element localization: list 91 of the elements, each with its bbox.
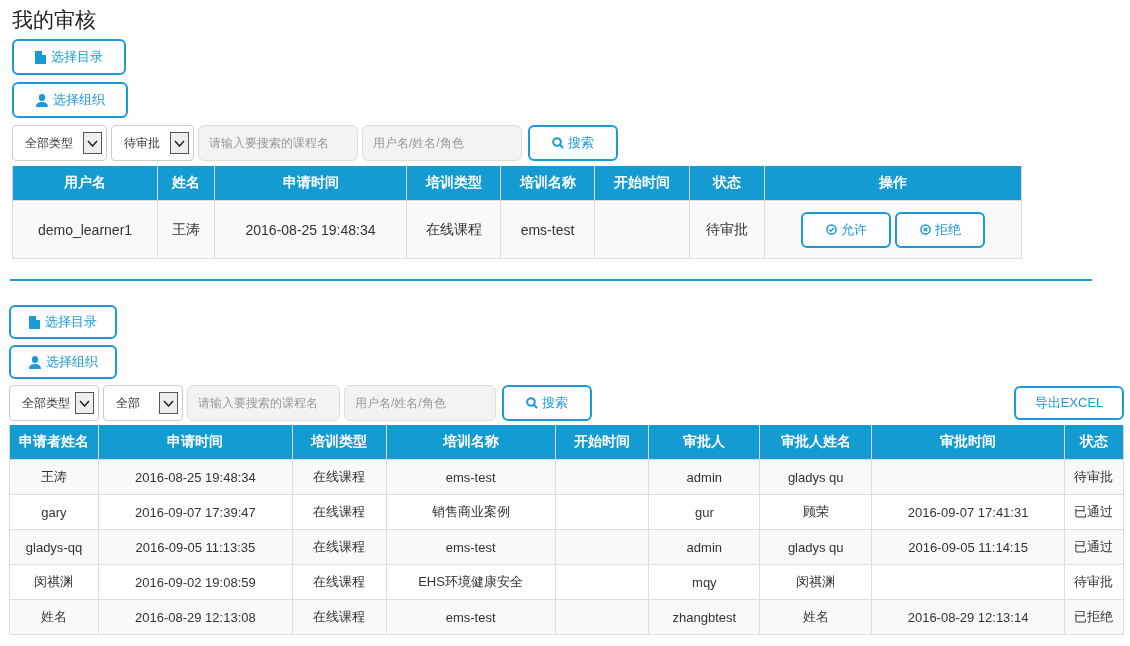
user-search-field[interactable]: 用户名/姓名/角色: [362, 125, 522, 161]
column-header: 申请时间: [98, 425, 293, 460]
column-header: 开始时间: [555, 425, 649, 460]
table-cell: ems-test: [386, 599, 555, 635]
column-header: 操作: [764, 166, 1022, 201]
table-cell: ems-test: [386, 459, 555, 495]
select-value: 全部类型: [22, 394, 70, 412]
approve-button[interactable]: 允许: [801, 211, 891, 248]
table-cell: 2016-08-29 12:13:08: [98, 599, 293, 635]
column-header: 申请时间: [214, 166, 407, 201]
file-icon: [29, 315, 40, 329]
column-header: 培训名称: [500, 166, 595, 201]
table-cell: 在线课程: [292, 564, 387, 600]
table-cell: 在线课程: [292, 494, 387, 530]
table-cell: 姓名: [759, 599, 872, 635]
table-cell: 在线课程: [292, 599, 387, 635]
column-header: 状态: [689, 166, 765, 201]
check-circle-icon: [825, 224, 837, 235]
table-cell: demo_learner1: [12, 200, 158, 259]
course-search-field[interactable]: 请输入要搜索的课程名: [187, 385, 340, 421]
column-header: 开始时间: [594, 166, 690, 201]
course-search-field[interactable]: 请输入要搜索的课程名: [198, 125, 358, 161]
table-cell: 待审批: [689, 200, 765, 259]
column-header: 审批时间: [871, 425, 1065, 460]
column-header: 审批人: [648, 425, 760, 460]
table-cell: gur: [648, 494, 760, 530]
table-cell: 王涛: [9, 459, 99, 495]
table-cell: 2016-08-25 19:48:34: [214, 200, 407, 259]
select-value: 全部: [116, 394, 140, 412]
status-select[interactable]: 待审批: [111, 125, 194, 161]
table-cell: ems-test: [500, 200, 595, 259]
user-icon: [28, 355, 41, 369]
page-title: 我的审核: [11, 7, 97, 33]
table-cell: gladys qu: [759, 529, 872, 565]
column-header: 培训类型: [292, 425, 387, 460]
table-cell: 2016-09-02 19:08:59: [98, 564, 293, 600]
select-catalog-button[interactable]: 选择目录: [9, 305, 117, 339]
type-select[interactable]: 全部类型: [9, 385, 99, 421]
table-cell: 王涛: [157, 200, 215, 259]
table-cell: 2016-09-07 17:41:31: [871, 494, 1065, 530]
select-value: 全部类型: [25, 134, 73, 152]
select-catalog-button[interactable]: 选择目录: [12, 39, 126, 75]
column-header: 培训类型: [406, 166, 501, 201]
table-cell: 2016-08-25 19:48:34: [98, 459, 293, 495]
table-cell: 顾荣: [759, 494, 872, 530]
select-organization-button[interactable]: 选择组织: [9, 345, 117, 379]
table-cell: 在线课程: [292, 529, 387, 565]
column-header: 状态: [1064, 425, 1124, 460]
column-header: 用户名: [12, 166, 158, 201]
table-cell: 闵祺渊: [9, 564, 99, 600]
table-cell: 待审批: [1064, 459, 1124, 495]
table-cell: 销售商业案例: [386, 494, 555, 530]
user-icon: [35, 93, 48, 107]
table-cell: 2016-09-07 17:39:47: [98, 494, 293, 530]
table-cell: mqy: [648, 564, 760, 600]
table-cell: zhangbtest: [648, 599, 760, 635]
export-excel-button[interactable]: 导出EXCEL: [1014, 386, 1124, 420]
search-icon: [526, 397, 538, 409]
table-cell: 2016-09-05 11:14:15: [871, 529, 1065, 565]
table-cell: 已通过: [1064, 494, 1124, 530]
column-header: 姓名: [157, 166, 215, 201]
table-cell: gary: [9, 494, 99, 530]
table-cell: gladys qu: [759, 459, 872, 495]
table-cell: 姓名: [9, 599, 99, 635]
table-cell: 闵祺渊: [759, 564, 872, 600]
status-select[interactable]: 全部: [103, 385, 183, 421]
column-header: 审批人姓名: [759, 425, 872, 460]
type-select[interactable]: 全部类型: [12, 125, 107, 161]
column-header: 申请者姓名: [9, 425, 99, 460]
user-search-field[interactable]: 用户名/姓名/角色: [344, 385, 496, 421]
table-cell: gladys-qq: [9, 529, 99, 565]
table-cell: ems-test: [386, 529, 555, 565]
table-cell: 在线课程: [292, 459, 387, 495]
column-header: 培训名称: [386, 425, 555, 460]
search-button[interactable]: 搜索: [528, 125, 618, 161]
table-cell: admin: [648, 529, 760, 565]
table-cell: 2016-08-29 12:13:14: [871, 599, 1065, 635]
table-cell: 已拒绝: [1064, 599, 1124, 635]
file-icon: [35, 50, 46, 64]
table-cell: 待审批: [1064, 564, 1124, 600]
table-cell: admin: [648, 459, 760, 495]
table-cell: 已通过: [1064, 529, 1124, 565]
table-cell: 在线课程: [406, 200, 501, 259]
table-cell: EHS环境健康安全: [386, 564, 555, 600]
reject-button[interactable]: 拒绝: [895, 211, 985, 248]
select-value: 待审批: [124, 134, 160, 152]
search-icon: [552, 137, 564, 149]
search-button[interactable]: 搜索: [502, 385, 592, 421]
select-organization-button[interactable]: 选择组织: [12, 82, 128, 118]
table-cell: 2016-09-05 11:13:35: [98, 529, 293, 565]
x-circle-icon: [919, 224, 931, 235]
